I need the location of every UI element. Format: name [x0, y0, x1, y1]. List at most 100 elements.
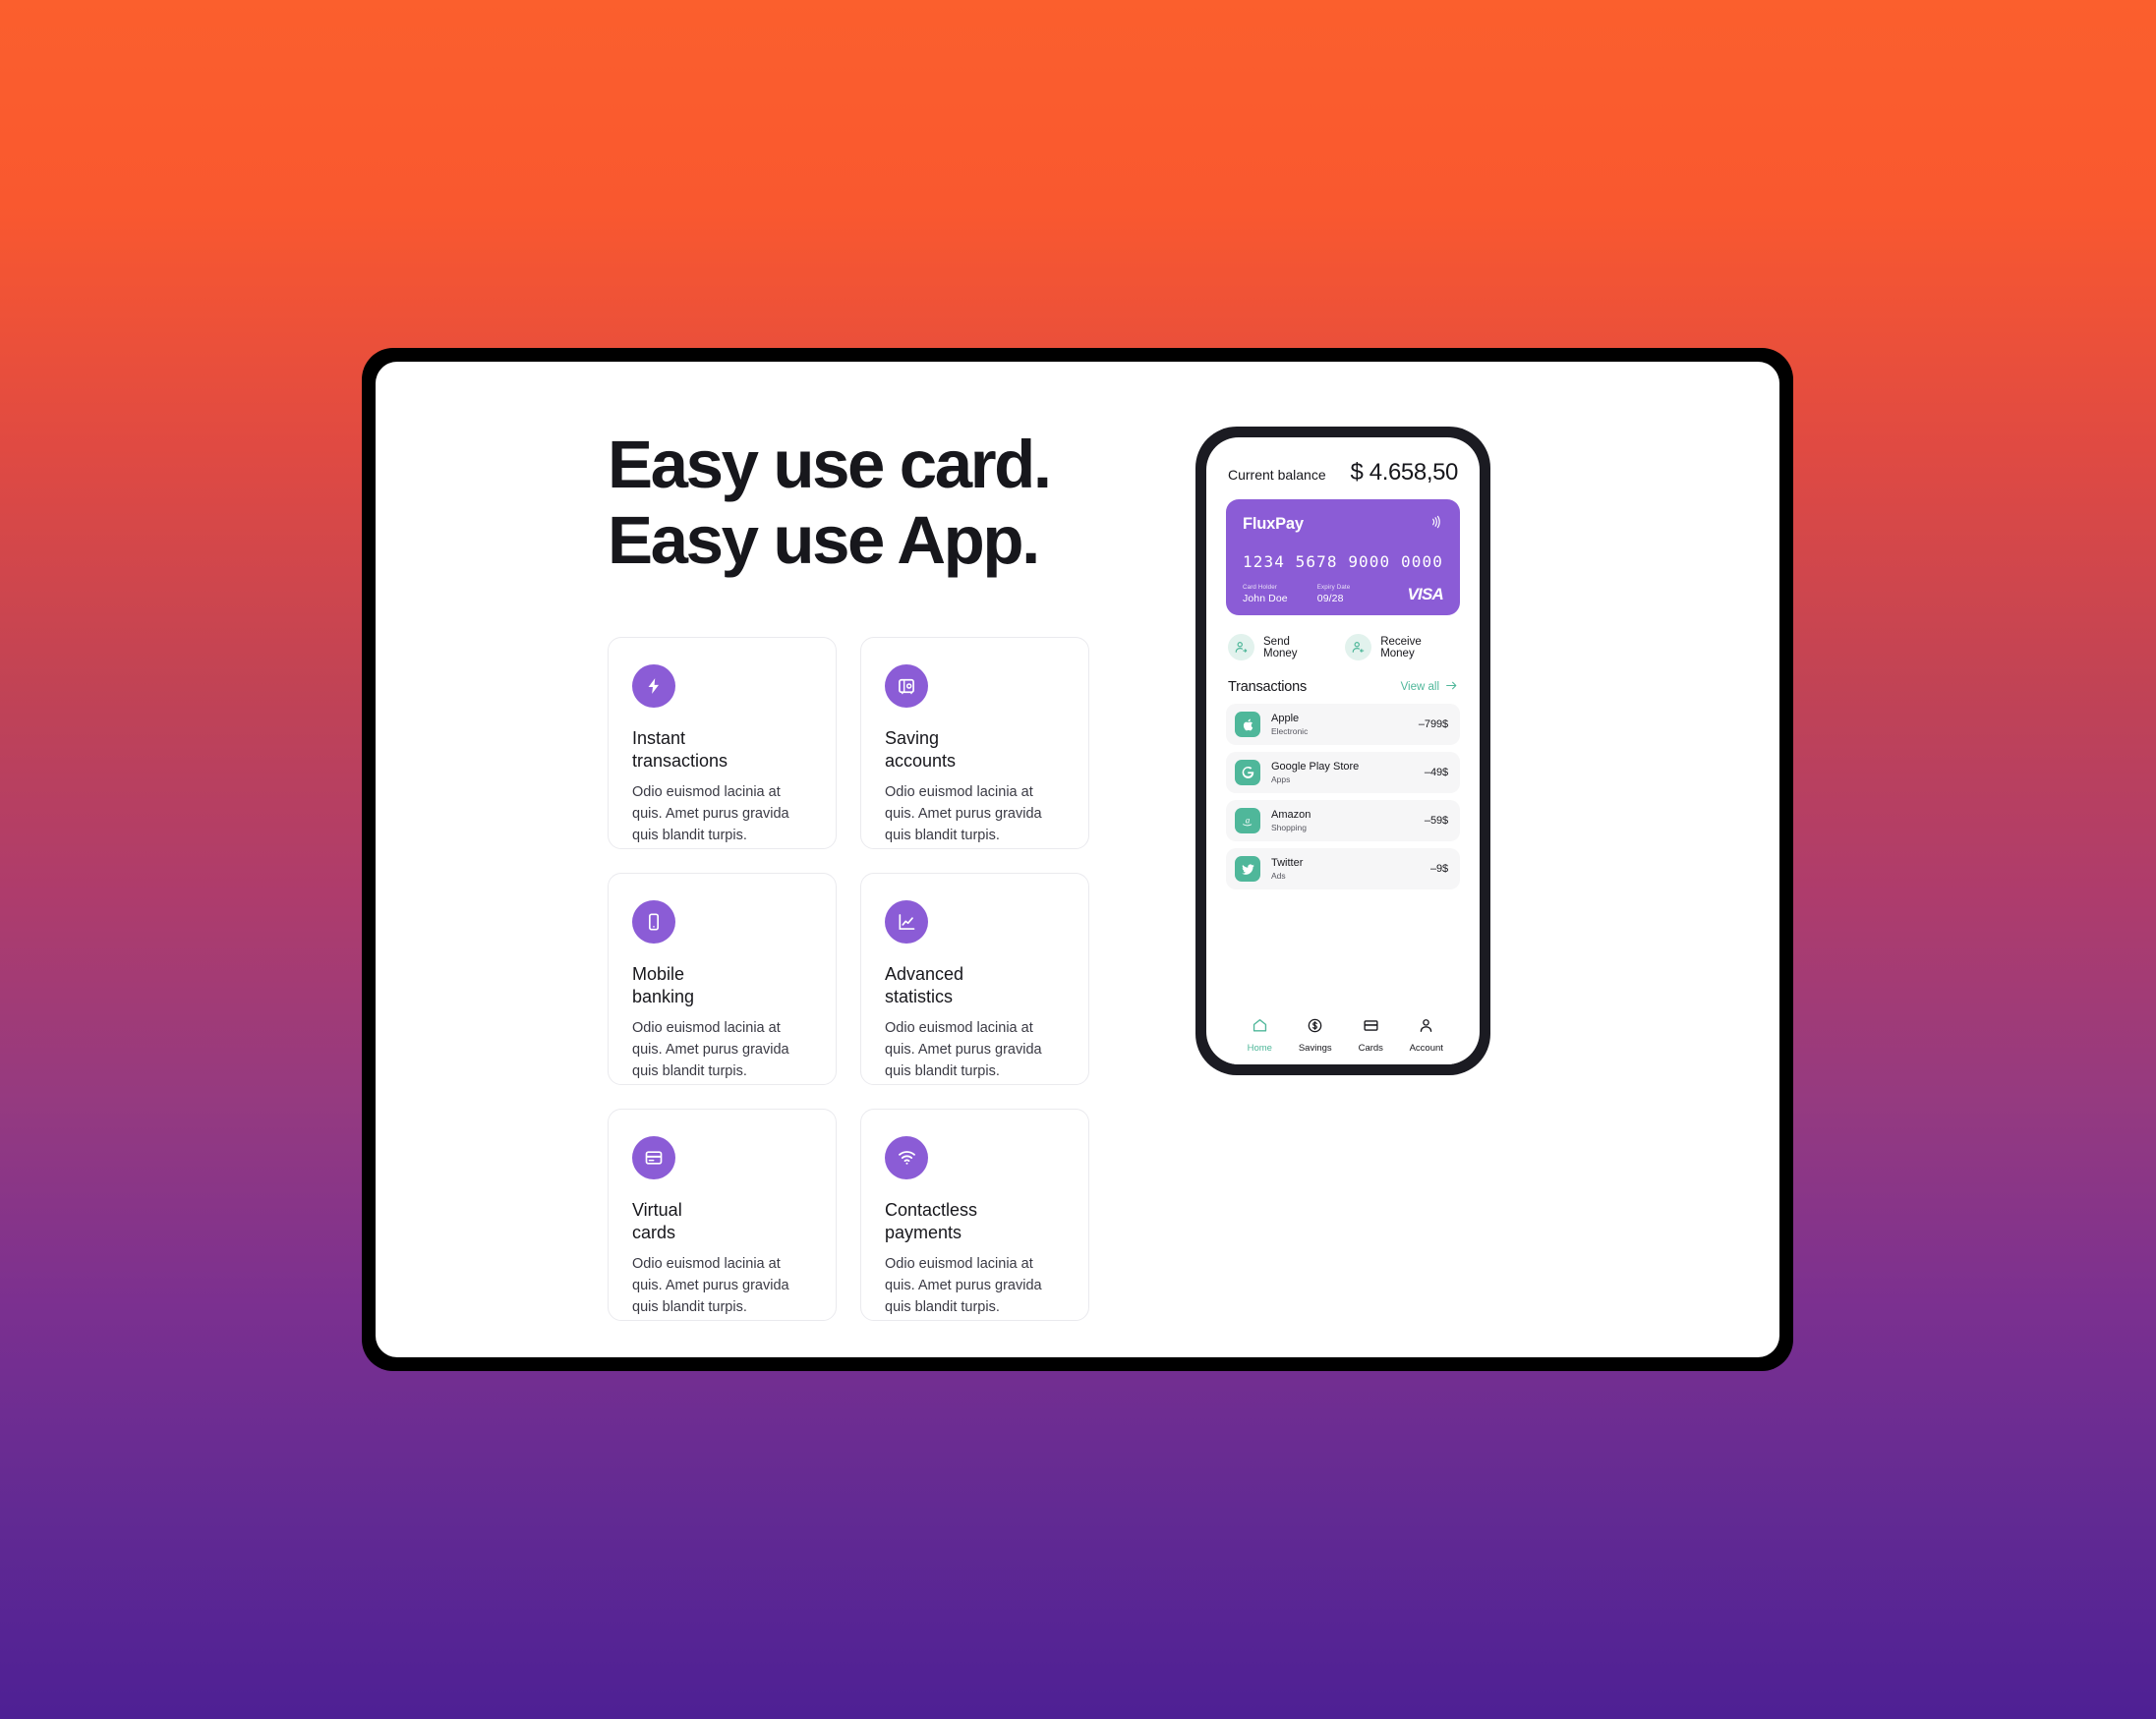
transaction-category: Shopping: [1271, 823, 1307, 833]
feature-title: Virtual cards: [632, 1199, 682, 1242]
balance-label: Current balance: [1228, 467, 1326, 483]
bottom-navigation: Home Savings Cards Account: [1226, 1009, 1460, 1064]
google-play-icon: [1235, 760, 1260, 785]
nav-item-account[interactable]: Account: [1399, 1017, 1455, 1054]
feature-description: Odio euismod lacinia at quis. Amet purus…: [885, 783, 1042, 843]
dollar-circle-icon: [1307, 1017, 1323, 1039]
transaction-info: Apple Electronic: [1271, 713, 1308, 737]
person-send-icon: [1228, 634, 1254, 660]
transaction-category: Ads: [1271, 871, 1286, 882]
send-money-label: Send Money: [1263, 635, 1298, 659]
transaction-amount: –9$: [1429, 863, 1448, 875]
balance-summary: Current balance $ 4.658,50: [1226, 459, 1460, 487]
phone-screen: Current balance $ 4.658,50 FluxPay 1234 …: [1206, 437, 1480, 1064]
feature-grid: Instant transactions Odio euismod lacini…: [608, 636, 1119, 1321]
feature-title: Advanced statistics: [885, 963, 964, 1006]
feature-description: Odio euismod lacinia at quis. Amet purus…: [632, 1019, 789, 1079]
transaction-info: Google Play Store Apps: [1271, 761, 1359, 785]
vault-icon: [885, 663, 928, 708]
apple-icon: [1235, 712, 1260, 737]
quick-actions: Send Money Receive Money: [1226, 634, 1460, 660]
credit-card-header: FluxPay: [1243, 514, 1443, 535]
table-row[interactable]: Twitter Ads –9$: [1226, 848, 1460, 889]
person-icon: [1418, 1017, 1434, 1039]
card-expiry-label: Expiry Date: [1316, 584, 1351, 591]
transaction-category: Apps: [1271, 774, 1291, 785]
feature-card-contactless-payments[interactable]: Contactless payments Odio euismod lacini…: [860, 1108, 1089, 1321]
card-brand-name: FluxPay: [1243, 515, 1304, 533]
balance-amount: $ 4.658,50: [1350, 459, 1459, 486]
nav-item-home[interactable]: Home: [1232, 1017, 1288, 1054]
table-row[interactable]: a Amazon Shopping –59$: [1226, 800, 1460, 841]
headline-line-1: Easy use card.: [608, 427, 1052, 502]
feature-title: Contactless payments: [885, 1199, 978, 1242]
home-icon: [1252, 1017, 1268, 1039]
marketing-section: Easy use card. Easy use App. Instant tra…: [608, 427, 1119, 1321]
card-holder-value: John Doe: [1243, 593, 1288, 604]
nav-item-savings[interactable]: Savings: [1288, 1017, 1344, 1054]
view-all-label: View all: [1400, 681, 1439, 693]
card-number: 1234 5678 9000 0000: [1243, 552, 1443, 571]
svg-text:a: a: [1246, 815, 1251, 825]
nav-label: Savings: [1298, 1043, 1332, 1054]
transaction-name: Twitter: [1271, 856, 1304, 869]
transaction-name: Google Play Store: [1271, 760, 1360, 773]
feature-description: Odio euismod lacinia at quis. Amet purus…: [885, 1019, 1042, 1079]
feature-description: Odio euismod lacinia at quis. Amet purus…: [632, 783, 789, 843]
amazon-icon: a: [1235, 808, 1260, 833]
transaction-category: Electronic: [1271, 726, 1309, 737]
transaction-amount: –49$: [1424, 767, 1448, 778]
transactions-header: Transactions View all: [1226, 679, 1460, 695]
card-icon: [1363, 1017, 1379, 1039]
visa-logo: VISA: [1407, 585, 1444, 603]
transaction-name: Amazon: [1271, 808, 1311, 821]
card-expiry-field: Expiry Date 09/28: [1317, 584, 1351, 604]
feature-card-advanced-statistics[interactable]: Advanced statistics Odio euismod lacinia…: [860, 872, 1089, 1085]
smartphone-icon: [632, 899, 675, 944]
transaction-amount: –799$: [1418, 718, 1448, 730]
phone-mockup: Current balance $ 4.658,50 FluxPay 1234 …: [1195, 427, 1490, 1075]
nav-item-cards[interactable]: Cards: [1343, 1017, 1399, 1054]
feature-card-virtual-cards[interactable]: Virtual cards Odio euismod lacinia at qu…: [608, 1108, 837, 1321]
laptop-frame: Easy use card. Easy use App. Instant tra…: [362, 348, 1793, 1371]
chart-line-icon: [885, 899, 928, 944]
feature-card-mobile-banking[interactable]: Mobile banking Odio euismod lacinia at q…: [608, 872, 837, 1085]
receive-money-label: Receive Money: [1380, 635, 1422, 659]
transactions-title: Transactions: [1228, 679, 1308, 695]
browser-viewport: Easy use card. Easy use App. Instant tra…: [376, 362, 1779, 1357]
nav-label: Cards: [1358, 1043, 1383, 1054]
transactions-list: Apple Electronic –799$ Google Play Store…: [1226, 704, 1460, 896]
bolt-icon: [632, 663, 675, 708]
transaction-info: Twitter Ads: [1271, 857, 1303, 882]
feature-card-instant-transactions[interactable]: Instant transactions Odio euismod lacini…: [608, 636, 837, 849]
feature-description: Odio euismod lacinia at quis. Amet purus…: [632, 1255, 789, 1315]
send-money-button[interactable]: Send Money: [1228, 634, 1326, 660]
credit-card[interactable]: FluxPay 1234 5678 9000 0000 Card Holder …: [1226, 499, 1460, 615]
transaction-name: Apple: [1271, 712, 1300, 724]
feature-title: Instant transactions: [632, 727, 728, 771]
arrow-right-icon: [1445, 680, 1458, 694]
credit-card-footer: Card Holder John Doe Expiry Date 09/28 V…: [1243, 584, 1444, 604]
page-title: Easy use card. Easy use App.: [608, 427, 1119, 579]
headline-line-2: Easy use App.: [608, 502, 1040, 579]
feature-description: Odio euismod lacinia at quis. Amet purus…: [885, 1255, 1042, 1315]
nav-label: Account: [1409, 1043, 1443, 1054]
twitter-icon: [1235, 856, 1260, 882]
card-holder-field: Card Holder John Doe: [1243, 584, 1288, 604]
person-receive-icon: [1345, 634, 1372, 660]
feature-card-saving-accounts[interactable]: Saving accounts Odio euismod lacinia at …: [860, 636, 1089, 849]
table-row[interactable]: Apple Electronic –799$: [1226, 704, 1460, 745]
nav-label: Home: [1247, 1043, 1272, 1054]
table-row[interactable]: Google Play Store Apps –49$: [1226, 752, 1460, 793]
contactless-waves-icon: [1428, 514, 1443, 535]
receive-money-button[interactable]: Receive Money: [1345, 634, 1458, 660]
transaction-info: Amazon Shopping: [1271, 809, 1311, 833]
feature-title: Saving accounts: [885, 727, 957, 771]
wifi-contactless-icon: [885, 1135, 928, 1179]
transaction-amount: –59$: [1424, 815, 1448, 827]
feature-title: Mobile banking: [632, 963, 695, 1006]
card-holder-label: Card Holder: [1243, 584, 1278, 591]
view-all-link[interactable]: View all: [1401, 680, 1458, 694]
card-expiry-value: 09/28: [1316, 593, 1344, 604]
credit-card-icon: [632, 1135, 675, 1179]
